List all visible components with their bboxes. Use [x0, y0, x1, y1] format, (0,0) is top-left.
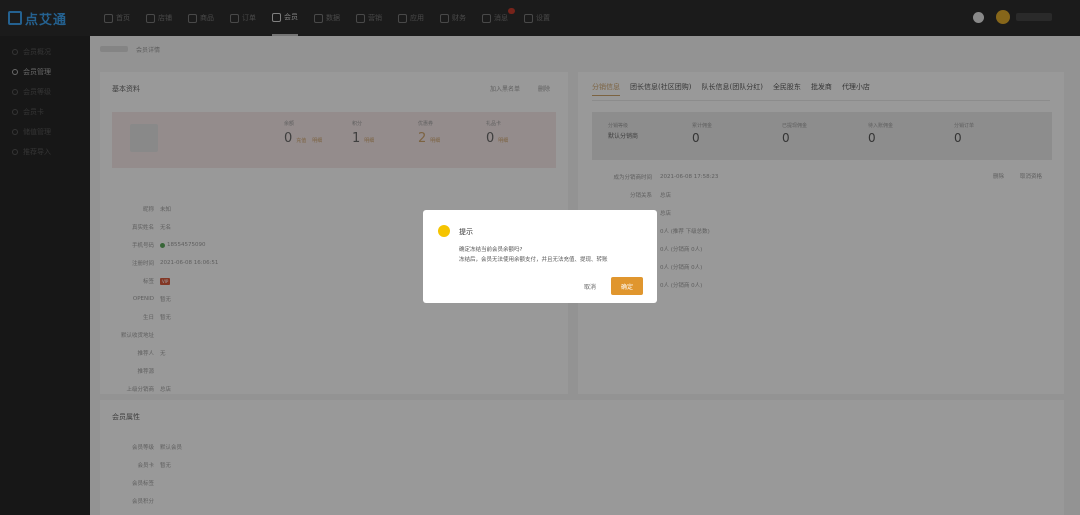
warning-icon [438, 225, 450, 237]
dialog-title: 提示 [459, 228, 473, 236]
dialog-message: 确定冻结当前会员余额吗? [459, 247, 523, 253]
dialog-detail: 冻结后，会员无法使用余额支付，并且无法充值、提现、转账 [459, 257, 608, 263]
confirm-button[interactable]: 确定 [611, 277, 643, 295]
confirm-dialog: 提示 确定冻结当前会员余额吗? 冻结后，会员无法使用余额支付，并且无法充值、提现… [423, 210, 657, 303]
cancel-button[interactable]: 取消 [575, 278, 605, 294]
